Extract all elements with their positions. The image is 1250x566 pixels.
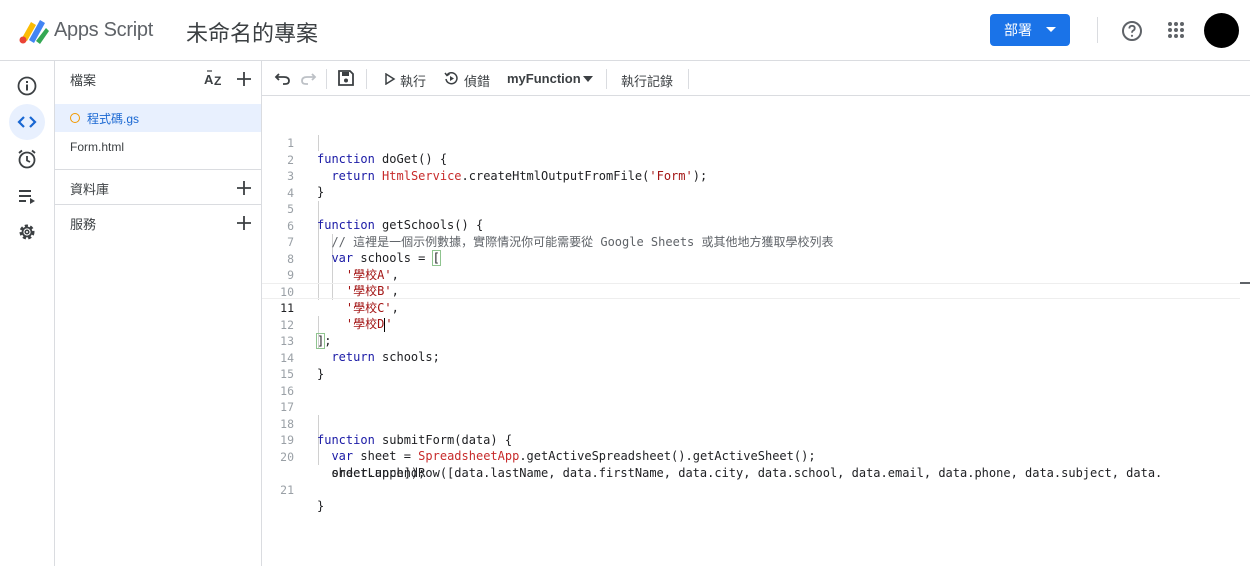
add-file-icon[interactable] xyxy=(235,70,253,88)
code-line: 3 } xyxy=(262,152,1240,199)
chevron-down-icon xyxy=(1046,27,1056,32)
code-line: 10 '學校C', xyxy=(262,268,1240,315)
function-select-value: myFunction xyxy=(507,71,581,86)
help-icon[interactable] xyxy=(1121,20,1143,42)
code-line: 2 return HtmlService.createHtmlOutputFro… xyxy=(262,136,1240,183)
scrollbar-marker[interactable] xyxy=(1240,282,1250,284)
chevron-down-icon xyxy=(583,76,593,82)
undo-icon[interactable] xyxy=(274,69,292,87)
code-line: 12 ]; xyxy=(262,301,1240,349)
code-line: 6 // 這裡是一個示例數據，實際情況你可能需要從 Google Sheets … xyxy=(262,202,1240,249)
code-line: 4 xyxy=(262,169,1240,200)
toolbar-divider xyxy=(606,69,607,89)
deploy-button[interactable]: 部署 xyxy=(990,14,1070,46)
apps-grid-icon[interactable] xyxy=(1167,21,1185,39)
files-panel: 檔案 A Z 程式碼.gs Form.html 資料庫 服務 xyxy=(55,61,262,566)
code-line: 16 xyxy=(262,367,1240,398)
rail-item-editor[interactable] xyxy=(9,104,45,140)
gear-icon xyxy=(19,224,35,240)
code-line: 5 function getSchools() { xyxy=(262,185,1240,232)
debug-button[interactable]: 偵錯 xyxy=(444,61,494,96)
services-section: 服務 xyxy=(55,204,261,239)
info-icon xyxy=(17,76,37,96)
run-label: 執行 xyxy=(400,74,427,89)
app-name: Apps Script xyxy=(54,19,153,41)
run-button[interactable]: 執行 xyxy=(384,61,430,96)
rail-item-triggers[interactable] xyxy=(9,141,45,177)
files-title: 檔案 xyxy=(70,73,97,88)
libraries-label: 資料庫 xyxy=(70,182,110,197)
toolbar-divider xyxy=(688,69,689,89)
debug-label: 偵錯 xyxy=(464,74,491,89)
line-number: 21 xyxy=(280,483,294,497)
add-service-icon[interactable] xyxy=(235,214,253,232)
header-divider xyxy=(1097,17,1098,43)
unsaved-dot-icon xyxy=(70,113,80,123)
services-label: 服務 xyxy=(70,217,97,232)
alarm-icon xyxy=(18,149,36,169)
file-item-code-gs[interactable]: 程式碼.gs xyxy=(55,104,261,132)
code-line: 9 '學校B', xyxy=(262,251,1240,298)
redo-icon[interactable] xyxy=(299,69,317,87)
file-label: 程式碼.gs xyxy=(87,111,140,126)
save-icon[interactable] xyxy=(337,69,355,87)
code-line: 1 function doGet() { xyxy=(262,119,1240,166)
project-title[interactable]: 未命名的專案 xyxy=(186,16,318,48)
deploy-label: 部署 xyxy=(1004,22,1032,38)
code-line: 20 sheet.appendRow([data.lastName, data.… xyxy=(262,433,1240,480)
code-line: 21 } xyxy=(262,466,1240,513)
executions-icon xyxy=(19,190,35,204)
code-line: 19 var sheet = SpreadsheetApp.getActiveS… xyxy=(262,416,1240,463)
code-line: 8 '學校A', xyxy=(262,235,1240,282)
navigation-rail xyxy=(0,61,55,566)
add-library-icon[interactable] xyxy=(235,179,253,197)
toolbar-divider xyxy=(326,69,327,89)
avatar[interactable] xyxy=(1204,13,1239,48)
editor-toolbar: 執行 偵錯 myFunction 執行記錄 xyxy=(262,61,1250,96)
toolbar-divider xyxy=(366,69,367,89)
sort-az-icon[interactable]: A Z xyxy=(204,69,226,89)
function-select[interactable]: myFunction xyxy=(502,61,598,96)
code-line: 14 } xyxy=(262,334,1240,381)
files-header: 檔案 A Z xyxy=(55,61,261,96)
rail-item-executions[interactable] xyxy=(9,178,45,214)
code-line: 17 xyxy=(262,383,1240,414)
code-line: 7 var schools = [ xyxy=(262,218,1240,266)
svg-text:A: A xyxy=(204,72,214,87)
code-line-current: 11 '學校D' xyxy=(262,283,1240,332)
file-item-form-html[interactable]: Form.html xyxy=(55,133,261,161)
rail-item-overview[interactable] xyxy=(9,68,45,104)
app-header: Apps Script 未命名的專案 部署 xyxy=(0,0,1250,61)
debug-icon xyxy=(444,72,458,85)
code-line-wrapped: orderLunch]); xyxy=(262,449,1240,480)
code-text: } xyxy=(317,499,325,513)
code-line: 18 function submitForm(data) { xyxy=(262,400,1240,447)
execution-log-button[interactable]: 執行記錄 xyxy=(621,71,673,90)
play-icon xyxy=(385,73,396,85)
code-line: 13 return schools; xyxy=(262,317,1240,364)
libraries-section: 資料庫 xyxy=(55,169,261,204)
apps-script-logo[interactable] xyxy=(18,16,50,44)
code-line: 15 xyxy=(262,350,1240,381)
rail-item-settings[interactable] xyxy=(9,214,45,250)
svg-text:Z: Z xyxy=(214,74,221,88)
file-label: Form.html xyxy=(70,140,124,154)
code-icon xyxy=(17,116,37,128)
code-editor[interactable]: 1 function doGet() { 2 return HtmlServic… xyxy=(262,96,1250,566)
